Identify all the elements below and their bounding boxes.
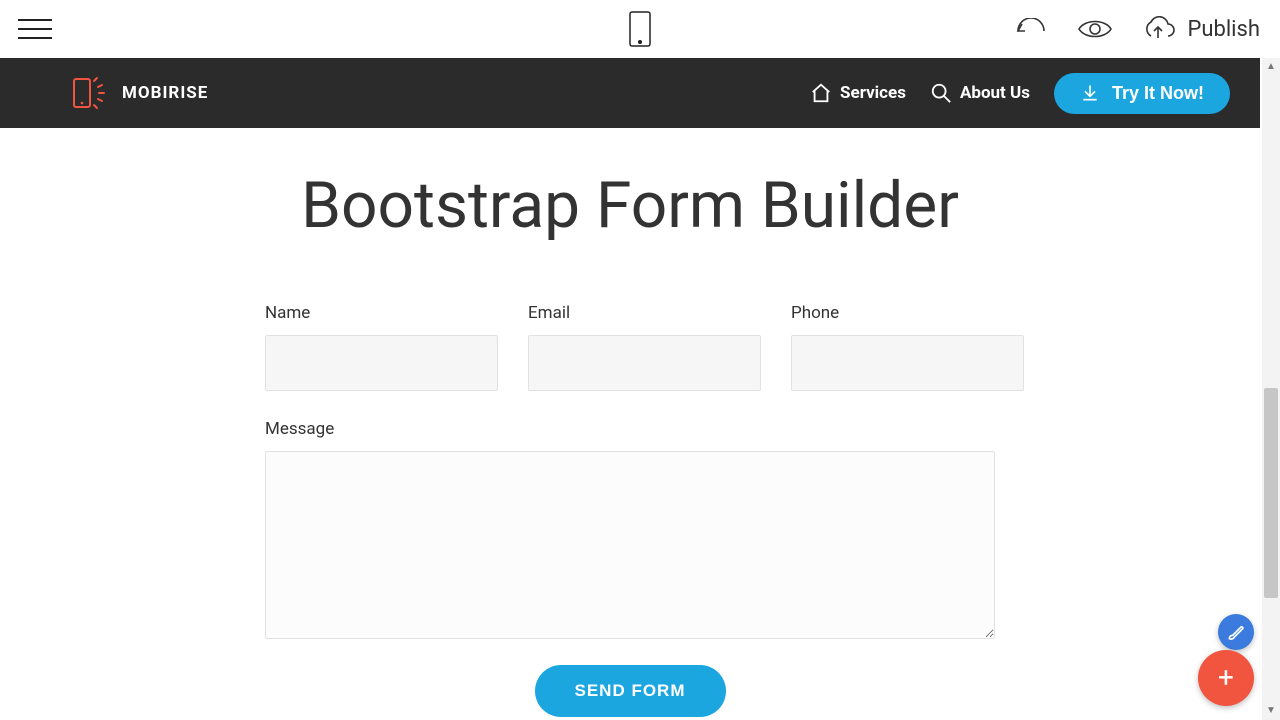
publish-button[interactable]: Publish [1141, 16, 1260, 42]
nav-about-label: About Us [960, 83, 1030, 103]
email-label: Email [528, 303, 761, 323]
brand[interactable]: MOBIRISE [70, 73, 208, 113]
name-input[interactable] [265, 335, 498, 391]
try-it-now-label: Try It Now! [1112, 83, 1204, 104]
site-nav: Services About Us Try It Now! [810, 73, 1230, 114]
send-form-button[interactable]: SEND FORM [535, 665, 726, 717]
download-icon [1080, 83, 1100, 103]
add-block-fab-button[interactable]: + [1198, 650, 1254, 706]
plus-icon: + [1218, 664, 1234, 692]
brush-icon [1226, 622, 1246, 642]
page-title: Bootstrap Form Builder [0, 168, 1260, 243]
page-content: Bootstrap Form Builder Name Email Phone … [0, 128, 1260, 717]
undo-icon[interactable] [1013, 18, 1049, 40]
message-textarea[interactable] [265, 451, 995, 639]
phone-label: Phone [791, 303, 1024, 323]
phone-input[interactable] [791, 335, 1024, 391]
scroll-down-arrow-icon[interactable]: ▼ [1262, 702, 1280, 720]
message-label: Message [265, 419, 995, 439]
brand-name: MOBIRISE [122, 83, 208, 103]
nav-services-label: Services [840, 83, 906, 103]
menu-hamburger-icon[interactable] [18, 19, 52, 39]
email-input[interactable] [528, 335, 761, 391]
scroll-thumb[interactable] [1264, 388, 1278, 598]
brand-logo-icon [70, 73, 112, 113]
try-it-now-button[interactable]: Try It Now! [1054, 73, 1230, 114]
nav-services[interactable]: Services [810, 82, 906, 104]
site-header: MOBIRISE Services About Us [0, 58, 1260, 128]
app-toolbar: Publish [0, 0, 1280, 58]
toolbar-right-group: Publish [1013, 16, 1260, 42]
name-label: Name [265, 303, 498, 323]
vertical-scrollbar[interactable]: ▲ ▼ [1262, 58, 1280, 720]
scroll-up-arrow-icon[interactable]: ▲ [1262, 58, 1280, 76]
publish-label: Publish [1187, 17, 1260, 42]
device-mobile-icon[interactable] [629, 11, 651, 47]
cloud-upload-icon [1141, 16, 1175, 42]
preview-canvas: MOBIRISE Services About Us [0, 58, 1280, 720]
home-icon [810, 82, 832, 104]
theme-fab-button[interactable] [1218, 614, 1254, 650]
search-icon [930, 82, 952, 104]
contact-form: Name Email Phone Message SEND FORM [265, 303, 995, 717]
nav-about[interactable]: About Us [930, 82, 1030, 104]
preview-eye-icon[interactable] [1077, 17, 1113, 41]
